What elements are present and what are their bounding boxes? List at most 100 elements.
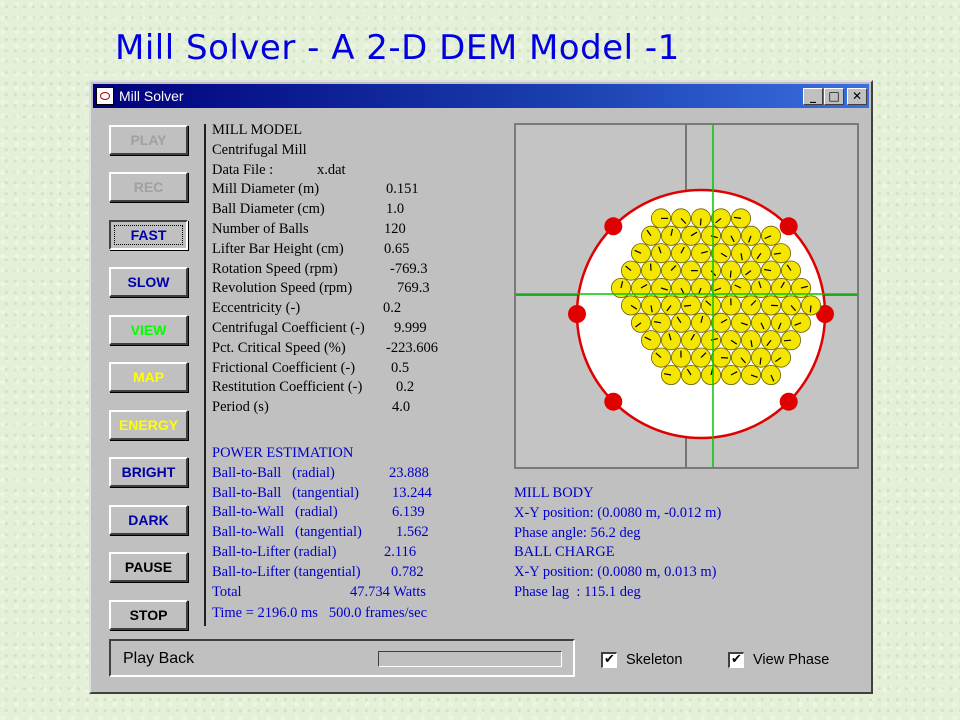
power-value: 2.116 xyxy=(384,543,417,560)
ball xyxy=(690,208,711,229)
ball xyxy=(750,243,771,264)
ball xyxy=(680,330,701,351)
view-phase-label: View Phase xyxy=(753,652,830,668)
stop-button[interactable]: STOP xyxy=(109,600,188,630)
skeleton-label: Skeleton xyxy=(626,652,683,668)
param-label: Number of Balls xyxy=(212,220,309,237)
close-button[interactable]: ✕ xyxy=(847,88,867,105)
ball xyxy=(720,295,741,316)
view-button[interactable]: VIEW xyxy=(109,315,188,345)
minimize-button[interactable]: _ xyxy=(803,88,823,105)
ball xyxy=(700,364,721,385)
param-value: -769.3 xyxy=(390,260,428,277)
maximize-button[interactable]: □ xyxy=(824,88,844,105)
pause-button[interactable]: PAUSE xyxy=(109,552,188,582)
energy-button[interactable]: ENERGY xyxy=(109,410,188,440)
ball xyxy=(621,260,642,281)
checkmark-icon[interactable]: ✔ xyxy=(601,652,617,668)
rec-button[interactable]: REC xyxy=(109,172,188,202)
time-readout: Time = 2196.0 ms 500.0 frames/sec xyxy=(212,605,428,622)
param-label: Eccentricity (-) xyxy=(212,300,301,317)
power-label: Ball-to-Wall (tangential) xyxy=(212,524,362,541)
power-value: 47.734 Watts xyxy=(350,583,426,600)
ball xyxy=(631,243,652,264)
mill-body-phase: Phase angle: 56.2 deg xyxy=(514,524,641,541)
param-label: Revolution Speed (rpm) xyxy=(212,280,353,297)
ball xyxy=(710,347,731,368)
param-row: Rotation Speed (rpm) -769.3 xyxy=(212,260,427,280)
param-label: Rotation Speed (rpm) xyxy=(212,260,338,277)
ball xyxy=(670,347,691,368)
ball xyxy=(740,260,761,281)
power-value: 6.139 xyxy=(392,504,425,521)
param-label: Data File : xyxy=(212,161,274,178)
ball xyxy=(680,364,701,385)
ball xyxy=(700,225,721,246)
param-row: Restitution Coefficient (-) 0.2 xyxy=(212,378,414,398)
param-value: 120 xyxy=(384,220,406,237)
param-row: Eccentricity (-) 0.2 xyxy=(212,299,401,319)
ball xyxy=(780,260,801,281)
power-value: 23.888 xyxy=(389,464,429,481)
ball xyxy=(710,312,731,333)
ball xyxy=(710,208,731,229)
param-label: Restitution Coefficient (-) xyxy=(212,379,363,396)
param-value: 0.151 xyxy=(386,181,419,198)
power-label: Ball-to-Lifter (tangential) xyxy=(212,563,361,580)
window-titlebar[interactable]: Mill Solver _ □ ✕ xyxy=(93,84,869,108)
ball xyxy=(750,312,771,333)
lifter-bar xyxy=(568,305,586,323)
map-button[interactable]: MAP xyxy=(109,362,188,392)
param-value: x.dat xyxy=(317,161,346,178)
playback-progress-bar xyxy=(378,651,562,667)
ball xyxy=(641,330,662,351)
ball xyxy=(740,330,761,351)
param-value: 0.2 xyxy=(383,300,402,317)
ball xyxy=(700,330,721,351)
param-label: Lifter Bar Height (cm) xyxy=(212,240,344,257)
ball xyxy=(710,243,731,264)
ball xyxy=(740,364,761,385)
mill-body-info: MILL BODY X-Y position: (0.0080 m, -0.01… xyxy=(514,484,721,603)
param-value: 9.999 xyxy=(394,319,427,336)
power-row: Ball-to-Lifter (tangential) 0.782 xyxy=(212,563,427,583)
param-row: Ball Diameter (cm) 1.0 xyxy=(212,200,404,220)
ball xyxy=(660,295,681,316)
slow-button[interactable]: SLOW xyxy=(109,267,188,297)
ball xyxy=(680,295,701,316)
ball xyxy=(760,330,781,351)
ball xyxy=(700,295,721,316)
app-icon xyxy=(96,87,114,105)
ball xyxy=(670,243,691,264)
param-value: 0.5 xyxy=(391,359,410,376)
window-title: Mill Solver xyxy=(119,88,184,104)
lifter-bar xyxy=(604,392,623,411)
ball xyxy=(650,208,671,229)
ball xyxy=(730,208,751,229)
ball xyxy=(660,225,681,246)
dark-button[interactable]: DARK xyxy=(109,505,188,535)
status-bar: Play Back xyxy=(109,639,575,677)
power-row: Ball-to-Ball (tangential) 13.244 xyxy=(212,484,432,504)
param-row: Revolution Speed (rpm) 769.3 xyxy=(212,279,430,299)
param-row: Data File : x.dat xyxy=(212,161,365,181)
lifter-bar xyxy=(779,217,798,236)
ball xyxy=(680,225,701,246)
mill-body-heading: MILL BODY xyxy=(514,485,594,501)
mill-model-info: MILL MODEL Centrifugal Mill Data File : x… xyxy=(212,121,438,418)
ball xyxy=(730,347,751,368)
power-row: Ball-to-Wall (radial) 6.139 xyxy=(212,503,427,523)
param-row: Mill Diameter (m) 0.151 xyxy=(212,180,419,200)
bright-button[interactable]: BRIGHT xyxy=(109,457,188,487)
ball xyxy=(760,364,781,385)
ball xyxy=(770,347,791,368)
mill-simulation-view[interactable] xyxy=(514,123,859,469)
ball xyxy=(660,260,681,281)
slide-title: Mill Solver - A 2-D DEM Model -1 xyxy=(115,28,680,68)
param-label: Mill Diameter (m) xyxy=(212,181,320,198)
fast-button[interactable]: FAST xyxy=(109,220,188,250)
play-button[interactable]: PLAY xyxy=(109,125,188,155)
param-label: Period (s) xyxy=(212,399,269,416)
checkmark-icon[interactable]: ✔ xyxy=(728,652,744,668)
ball xyxy=(621,295,642,316)
